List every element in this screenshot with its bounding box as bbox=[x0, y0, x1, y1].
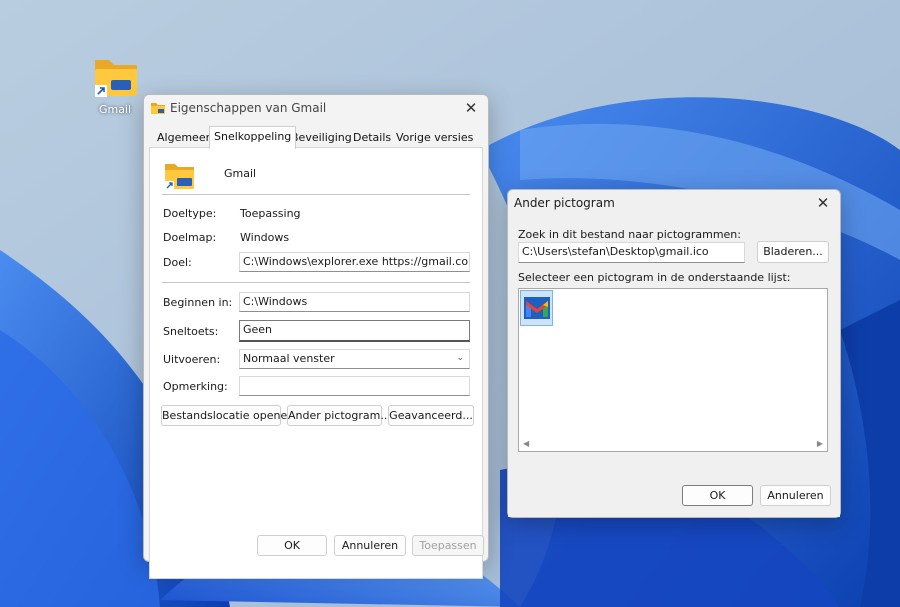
start-in-label: Beginnen in: bbox=[163, 296, 233, 309]
start-in-input[interactable]: C:\Windows bbox=[239, 292, 470, 312]
icon-list[interactable]: ◀ ▶ bbox=[518, 288, 828, 452]
chevron-down-icon: ⌄ bbox=[456, 353, 464, 363]
scroll-left-icon[interactable]: ◀ bbox=[523, 439, 529, 448]
tab-vorige-versies[interactable]: Vorige versies bbox=[396, 128, 473, 148]
tab-details[interactable]: Details bbox=[353, 128, 391, 148]
target-location-label: Doelmap: bbox=[163, 231, 217, 244]
target-type-label: Doeltype: bbox=[163, 207, 217, 220]
target-location-value: Windows bbox=[240, 231, 290, 244]
icon-list-item-selected[interactable] bbox=[520, 290, 553, 326]
run-select[interactable]: Normaal venster ⌄ bbox=[239, 349, 470, 369]
gmail-shortcut-desktop-icon[interactable]: Gmail bbox=[86, 54, 144, 116]
gmail-icon bbox=[524, 297, 550, 319]
shortcut-name: Gmail bbox=[224, 167, 257, 180]
desktop-icon-label: Gmail bbox=[98, 103, 132, 116]
change-icon-ok-button[interactable]: OK bbox=[682, 485, 753, 506]
change-icon-body: Zoek in dit bestand naar pictogrammen: C… bbox=[508, 217, 840, 517]
properties-titlebar[interactable]: Eigenschappen van Gmail ✕ bbox=[144, 95, 488, 121]
shortcut-tab-panel: Gmail Doeltype: Toepassing Doelmap: Wind… bbox=[149, 147, 483, 579]
folder-shortcut-icon bbox=[95, 60, 137, 97]
change-icon-title: Ander pictogram bbox=[514, 196, 615, 210]
target-type-value: Toepassing bbox=[240, 207, 301, 220]
target-label: Doel: bbox=[163, 256, 192, 269]
tab-beveiliging[interactable]: Beveiliging bbox=[291, 128, 352, 148]
shortcut-key-label: Sneltoets: bbox=[163, 325, 219, 338]
target-input[interactable]: C:\Windows\explorer.exe https://gmail.co… bbox=[239, 252, 470, 272]
change-icon-cancel-button[interactable]: Annuleren bbox=[760, 485, 831, 506]
apply-button[interactable]: Toepassen bbox=[412, 535, 484, 556]
tab-snelkoppeling[interactable]: Snelkoppeling bbox=[209, 126, 297, 149]
comment-label: Opmerking: bbox=[163, 380, 228, 393]
properties-cancel-button[interactable]: Annuleren bbox=[334, 535, 406, 556]
comment-input[interactable] bbox=[239, 376, 470, 396]
open-file-location-button[interactable]: Bestandslocatie openen bbox=[161, 405, 294, 426]
icon-file-path-input[interactable]: C:\Users\stefan\Desktop\gmail.ico bbox=[518, 242, 745, 263]
run-select-value: Normaal venster bbox=[243, 352, 335, 365]
browse-button[interactable]: Bladeren... bbox=[757, 241, 829, 263]
select-icon-label: Selecteer een pictogram in de onderstaan… bbox=[518, 271, 791, 284]
folder-icon bbox=[151, 103, 165, 114]
change-icon-button[interactable]: Ander pictogram... bbox=[287, 405, 391, 426]
horizontal-scrollbar[interactable]: ◀ ▶ bbox=[519, 438, 827, 451]
properties-close-button[interactable]: ✕ bbox=[460, 98, 482, 118]
search-file-label: Zoek in dit bestand naar pictogrammen: bbox=[518, 228, 741, 241]
scroll-right-icon[interactable]: ▶ bbox=[817, 439, 823, 448]
properties-title: Eigenschappen van Gmail bbox=[170, 101, 327, 115]
advanced-button[interactable]: Geavanceerd... bbox=[388, 405, 474, 426]
properties-dialog: Eigenschappen van Gmail ✕ Algemeen Snelk… bbox=[143, 94, 489, 579]
run-label: Uitvoeren: bbox=[163, 353, 221, 366]
change-icon-titlebar[interactable]: Ander pictogram ✕ bbox=[508, 190, 840, 216]
tab-algemeen[interactable]: Algemeen bbox=[157, 128, 213, 148]
separator bbox=[162, 194, 470, 195]
properties-ok-button[interactable]: OK bbox=[257, 535, 327, 556]
separator bbox=[162, 282, 470, 283]
shortcut-key-input[interactable]: Geen bbox=[239, 320, 470, 342]
change-icon-close-button[interactable]: ✕ bbox=[812, 193, 834, 213]
change-icon-dialog: Ander pictogram ✕ Zoek in dit bestand na… bbox=[507, 189, 841, 518]
shortcut-folder-icon bbox=[165, 164, 194, 190]
